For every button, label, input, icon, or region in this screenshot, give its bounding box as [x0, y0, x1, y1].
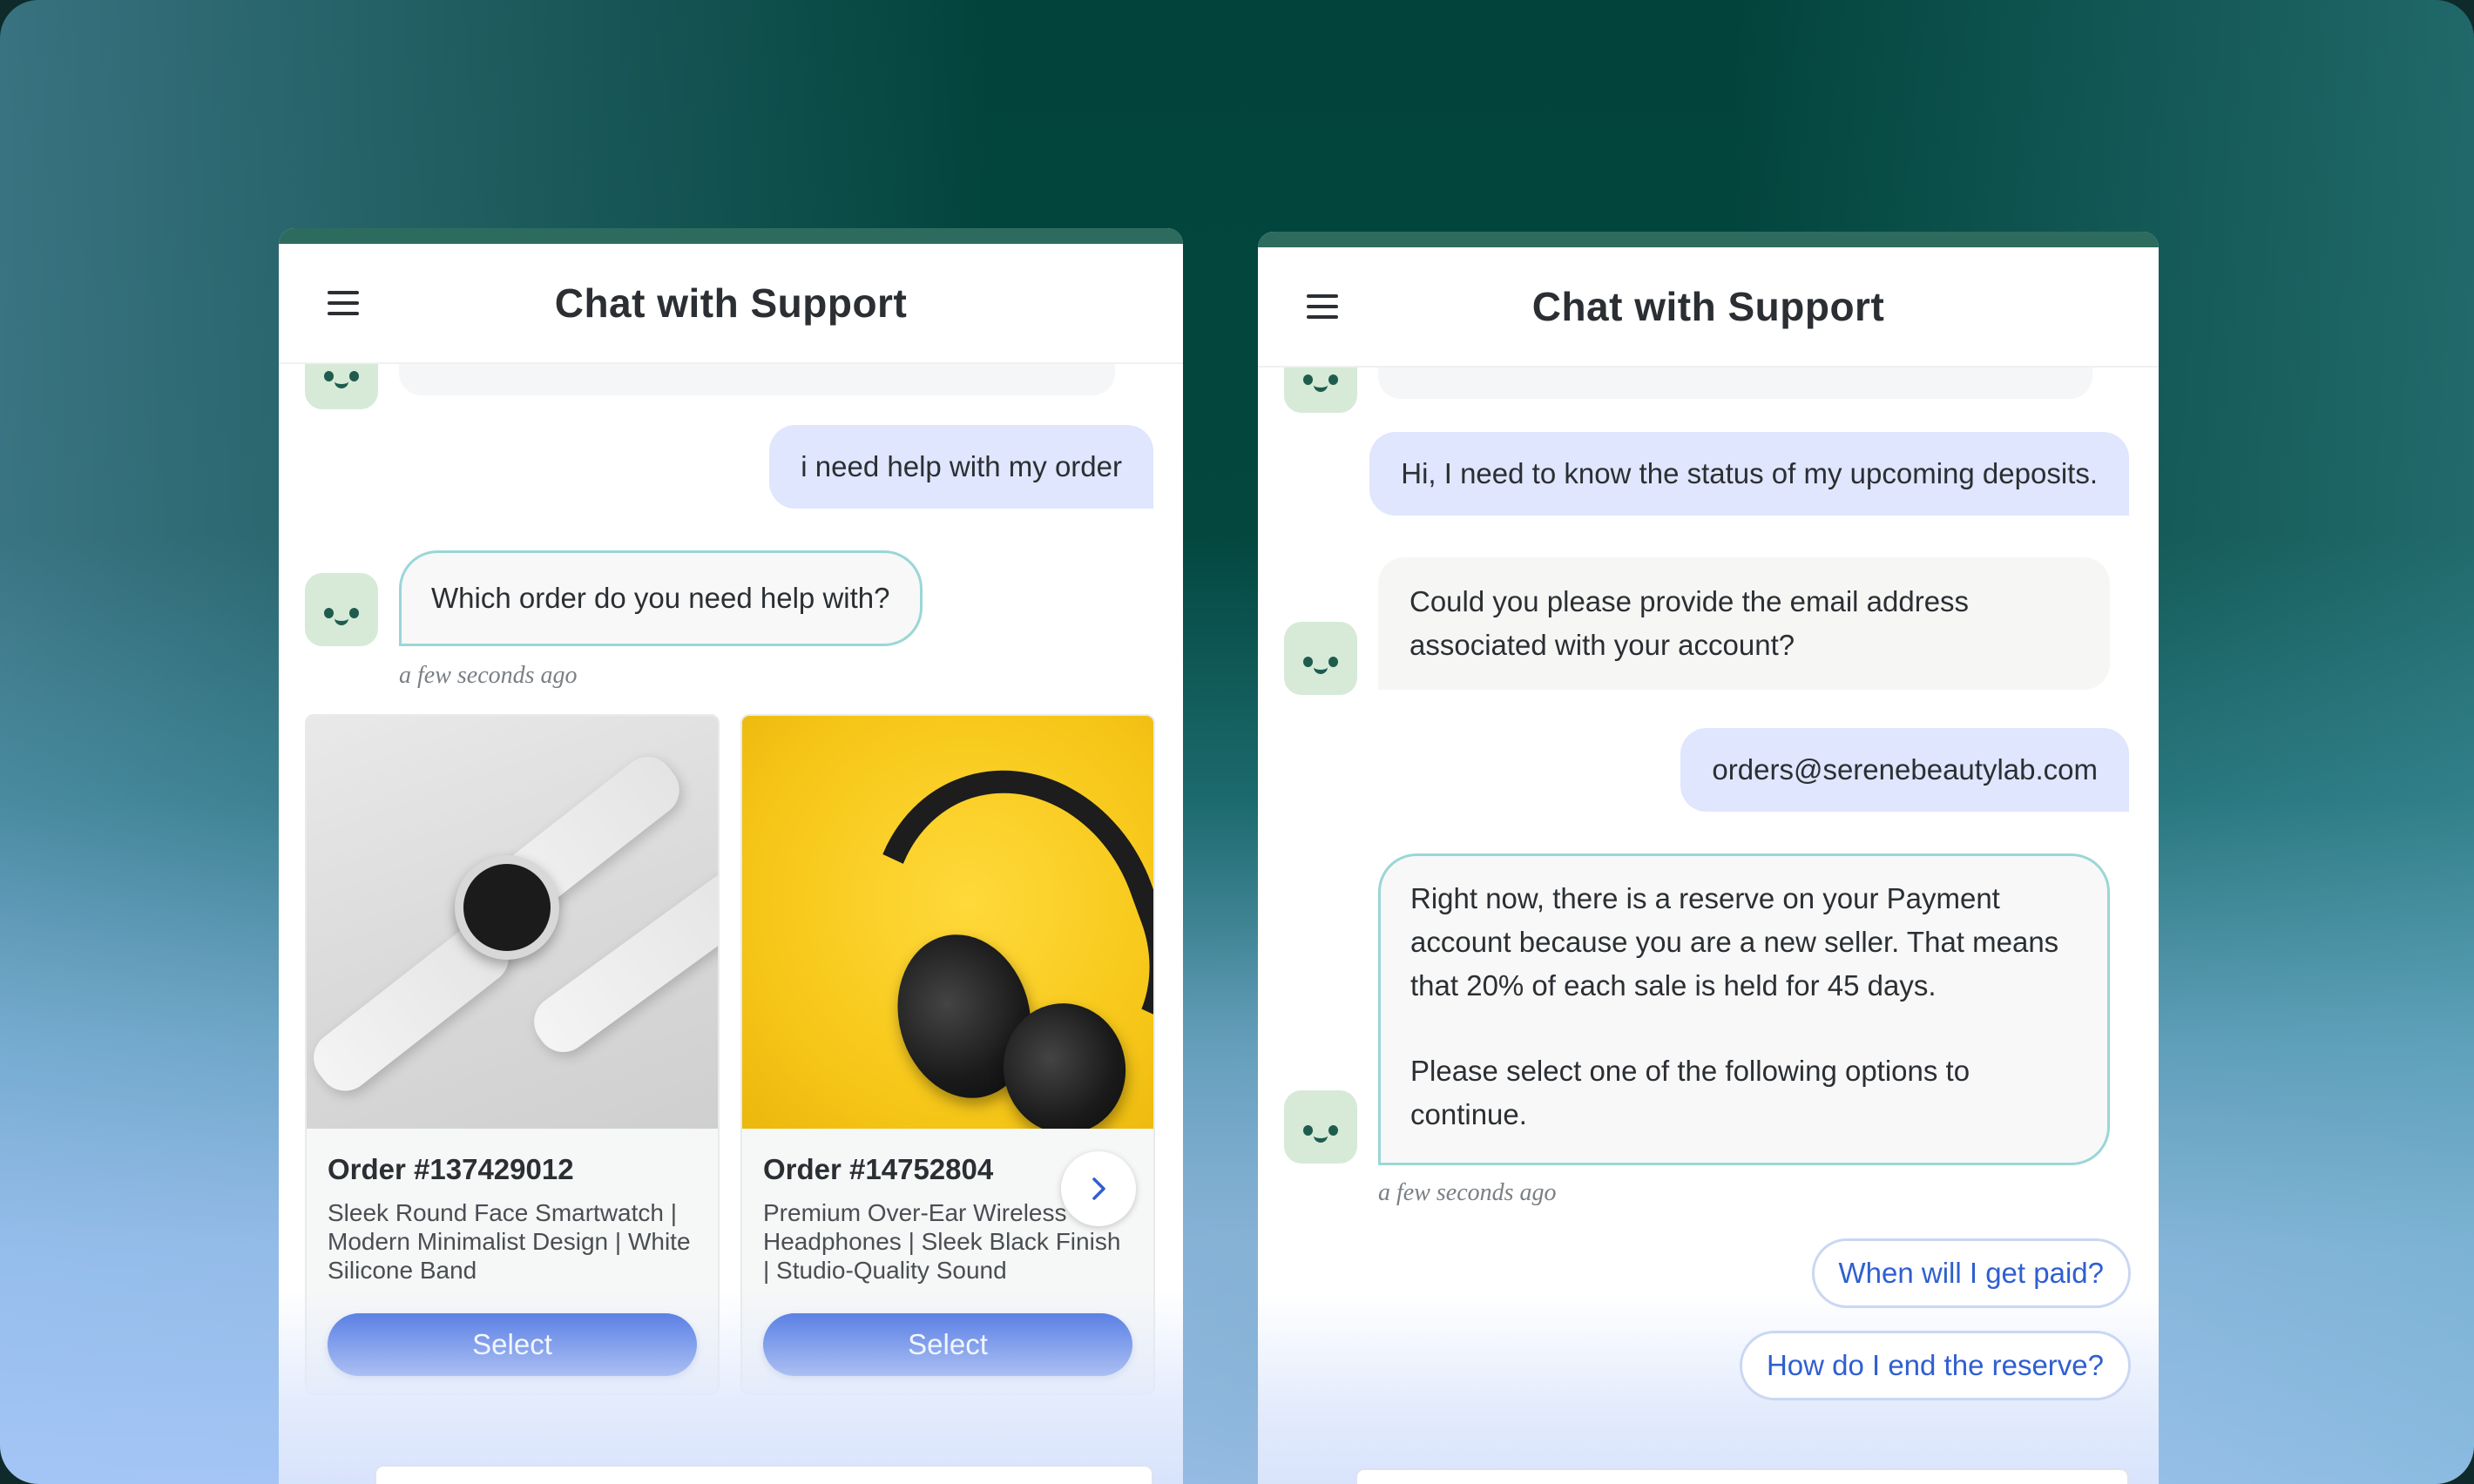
previous-bot-bubble	[399, 364, 1115, 395]
user-message-bubble: orders@serenebeautylab.com	[1680, 728, 2129, 812]
panel-top-strip	[1258, 232, 2159, 247]
message-composer[interactable]	[1355, 1468, 2129, 1484]
bot-avatar	[1284, 1090, 1357, 1164]
header-title: Chat with Support	[1531, 284, 1885, 329]
select-order-button[interactable]: Select	[763, 1313, 1132, 1376]
reserve-explanation: Right now, there is a reserve on your Pa…	[1410, 882, 2059, 1002]
bot-message-bubble: Right now, there is a reserve on your Pa…	[1378, 853, 2110, 1165]
chat-transcript[interactable]: Hi, I need to know the status of my upco…	[1258, 368, 2159, 1484]
bot-avatar	[305, 364, 378, 409]
quick-reply-end-reserve[interactable]: How do I end the reserve?	[1739, 1331, 2131, 1400]
user-message-bubble: Hi, I need to know the status of my upco…	[1369, 432, 2129, 516]
chat-panel-deposits: Chat with Support Hi, I need to know the…	[1258, 232, 2159, 1484]
bot-avatar	[1284, 622, 1357, 695]
order-card: Order #14752804 Premium Over-Ear Wireles…	[740, 714, 1155, 1395]
bot-message-bubble: Which order do you need help with?	[399, 550, 923, 646]
quick-reply-when-paid[interactable]: When will I get paid?	[1811, 1238, 2131, 1308]
chevron-right-icon[interactable]	[1061, 1151, 1136, 1226]
bot-avatar	[305, 573, 378, 646]
bot-message-bubble: Could you please provide the email addre…	[1378, 557, 2110, 690]
message-timestamp: a few seconds ago	[1378, 1179, 1557, 1206]
hamburger-menu-icon[interactable]	[328, 291, 359, 315]
message-timestamp: a few seconds ago	[399, 662, 578, 689]
select-order-button[interactable]: Select	[328, 1313, 697, 1376]
chat-header: Chat with Support	[1258, 247, 2159, 368]
header-title: Chat with Support	[554, 280, 908, 326]
smartwatch-image	[307, 716, 718, 1129]
headphones-image	[742, 716, 1153, 1129]
bot-avatar	[1284, 368, 1357, 413]
order-card: Order #137429012 Sleek Round Face Smartw…	[305, 714, 720, 1395]
previous-bot-bubble	[1378, 368, 2092, 399]
options-prompt: Please select one of the following optio…	[1410, 1055, 1970, 1130]
order-number: Order #137429012	[328, 1153, 574, 1185]
message-composer[interactable]	[375, 1465, 1153, 1484]
order-description: Sleek Round Face Smartwatch | Modern Min…	[328, 1199, 691, 1284]
panel-top-strip	[279, 228, 1183, 244]
user-message-bubble: i need help with my order	[769, 425, 1153, 509]
chat-transcript[interactable]: i need help with my order Which order do…	[279, 364, 1183, 1484]
background-canvas: Chat with Support i need help with my or…	[0, 0, 2474, 1484]
hamburger-menu-icon[interactable]	[1307, 294, 1338, 319]
chat-panel-orders: Chat with Support i need help with my or…	[279, 228, 1183, 1484]
chat-header: Chat with Support	[279, 244, 1183, 364]
